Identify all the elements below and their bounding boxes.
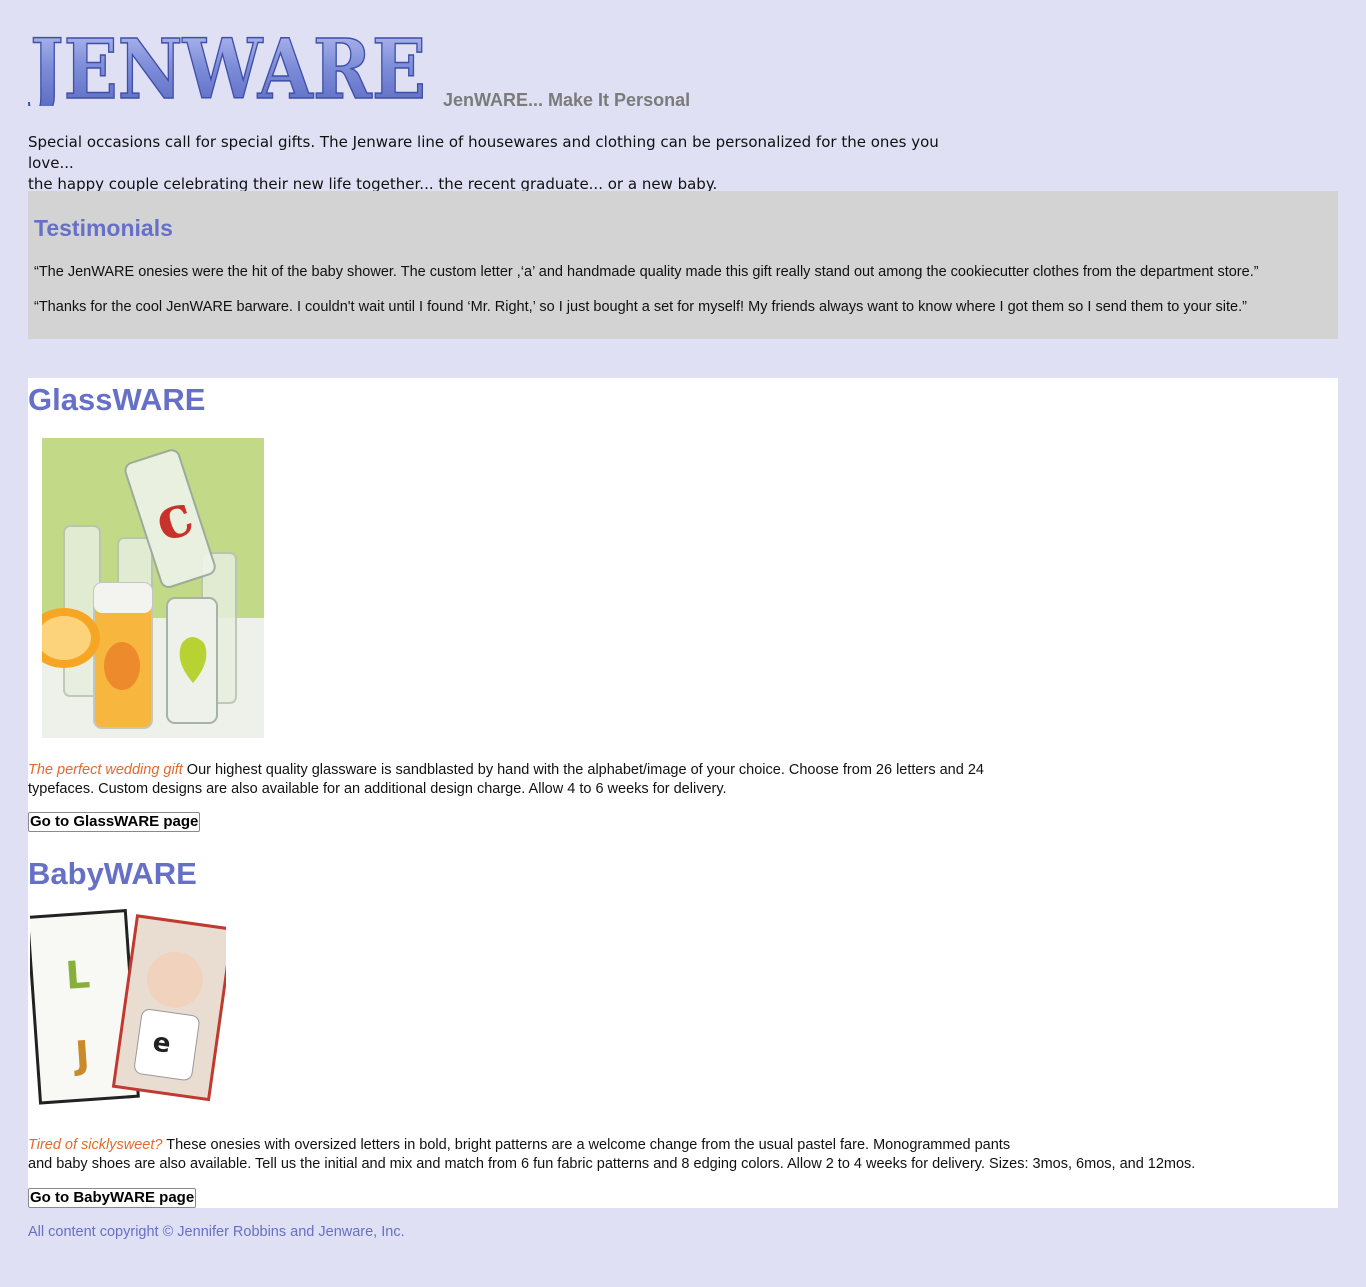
- svg-text:L: L: [64, 952, 91, 998]
- footer-copyright: All content copyright © Jennifer Robbins…: [28, 1224, 405, 1240]
- babyware-desc-line-2: and baby shoes are also available. Tell …: [28, 1156, 1196, 1172]
- glassware-description: The perfect wedding gift Our highest qua…: [28, 761, 1028, 799]
- go-to-babyware-button[interactable]: Go to BabyWARE page: [28, 1188, 197, 1208]
- go-to-glassware-button[interactable]: Go to GlassWARE page: [28, 812, 201, 832]
- products-panel: GlassWARE c The perfect wedding gift Our…: [28, 378, 1338, 1208]
- testimonials-panel: Testimonials “The JenWARE onesies were t…: [28, 191, 1338, 339]
- glassware-lead: The perfect wedding gift: [28, 762, 183, 778]
- logo-text: JENWARE: [28, 26, 426, 106]
- babyware-title: BabyWARE: [28, 856, 197, 891]
- page-header: JENWARE JenWARE... Make It Personal: [28, 26, 788, 116]
- glassware-photo: c: [42, 438, 264, 738]
- tagline: JenWARE... Make It Personal: [443, 90, 691, 110]
- jenware-logo: JENWARE: [28, 26, 428, 106]
- babyware-description: Tired of sicklysweet? These onesies with…: [28, 1136, 1228, 1174]
- babyware-desc-line-1: These onesies with oversized letters in …: [162, 1137, 1011, 1153]
- intro-text: Special occasions call for special gifts…: [28, 132, 988, 195]
- glassware-desc-line-1: Our highest quality glassware is sandbla…: [182, 762, 984, 778]
- babyware-photo: L J e: [30, 908, 226, 1108]
- intro-line-1: Special occasions call for special gifts…: [28, 133, 939, 172]
- testimonial-quote: “The JenWARE onesies were the hit of the…: [34, 264, 1259, 280]
- testimonial-quote: “Thanks for the cool JenWARE barware. I …: [34, 299, 1247, 315]
- testimonials-title: Testimonials: [34, 215, 173, 241]
- babyware-lead: Tired of sicklysweet?: [28, 1137, 163, 1153]
- glassware-desc-line-2: typefaces. Custom designs are also avail…: [28, 781, 727, 797]
- glassware-title: GlassWARE: [28, 382, 206, 417]
